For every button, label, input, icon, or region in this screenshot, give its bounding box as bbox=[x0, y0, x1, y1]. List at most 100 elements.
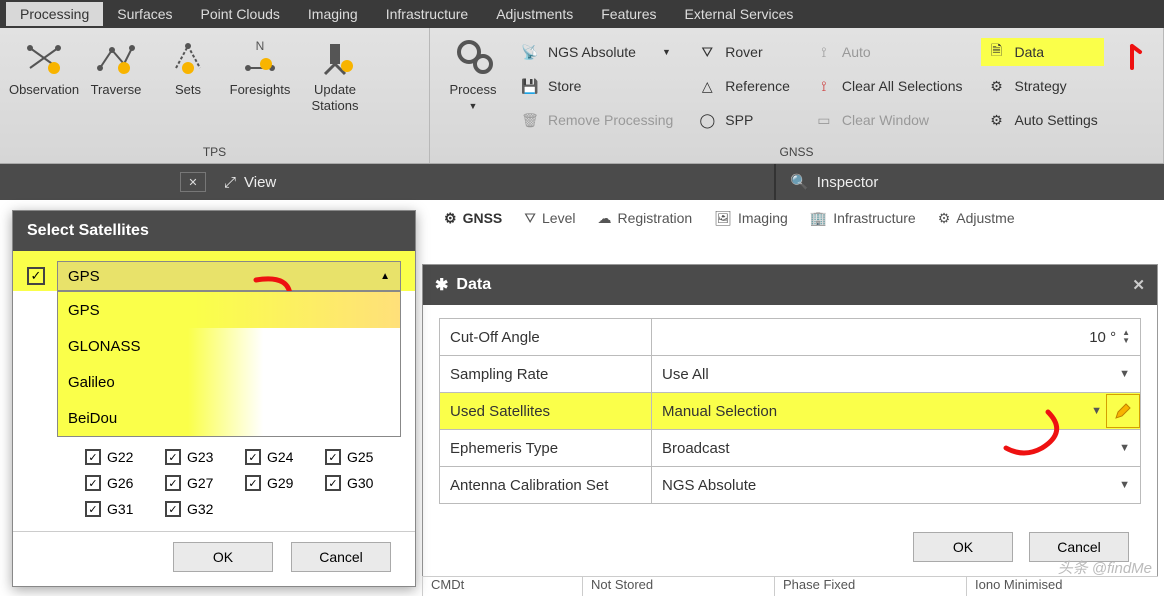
menu-tab-imaging[interactable]: Imaging bbox=[294, 2, 372, 26]
antenna-value[interactable]: NGS Absolute▼ bbox=[652, 477, 1140, 494]
view-tab[interactable]: ⤢View bbox=[210, 164, 290, 200]
chevron-up-icon: ▲ bbox=[380, 271, 390, 282]
gear-icon: ⚙ bbox=[938, 210, 951, 227]
edit-button[interactable] bbox=[1106, 394, 1140, 428]
rover-button[interactable]: ⛛Rover bbox=[691, 38, 796, 66]
status-row: CMDt Not Stored Phase Fixed Iono Minimis… bbox=[422, 576, 1158, 596]
sat-dialog-title: Select Satellites bbox=[27, 222, 149, 240]
menu-tab-adjustments[interactable]: Adjustments bbox=[482, 2, 587, 26]
sat-g26[interactable]: ✓G26 bbox=[85, 475, 165, 491]
reference-button[interactable]: △Reference bbox=[691, 72, 796, 100]
gnss-group-label: GNSS bbox=[430, 143, 1163, 163]
gear-icon: ✱ bbox=[435, 275, 448, 295]
traverse-button[interactable]: Traverse bbox=[80, 34, 152, 102]
remove-processing-button[interactable]: 🗑Remove Processing bbox=[514, 106, 679, 134]
foresights-button[interactable]: N Foresights bbox=[224, 34, 296, 102]
tab-infrastructure[interactable]: 🏢Infrastructure bbox=[810, 210, 916, 227]
sat-cancel-button[interactable]: Cancel bbox=[291, 542, 391, 572]
level-icon: ⛛ bbox=[524, 210, 536, 227]
used-sat-label: Used Satellites bbox=[440, 393, 652, 429]
cloud-icon: ☁ bbox=[597, 210, 611, 227]
store-button[interactable]: 💾Store bbox=[514, 72, 679, 100]
data-panel-title: Data bbox=[456, 276, 491, 294]
cutoff-value[interactable]: 10 °▲▼ bbox=[652, 329, 1140, 346]
update-stations-icon bbox=[315, 38, 355, 78]
inspector-tab[interactable]: 🔍Inspector bbox=[774, 164, 1164, 200]
spinner-icon[interactable]: ▲▼ bbox=[1122, 329, 1130, 345]
sat-g32[interactable]: ✓G32 bbox=[165, 501, 245, 517]
option-beidou[interactable]: BeiDou bbox=[58, 400, 400, 436]
chevron-down-icon: ▼ bbox=[1091, 405, 1102, 417]
row-used-satellites: Used Satellites Manual Selection▼ bbox=[439, 392, 1141, 430]
menu-tab-features[interactable]: Features bbox=[587, 2, 670, 26]
tab-imaging[interactable]: 🖼Imaging bbox=[714, 210, 788, 227]
process-label: Process bbox=[450, 82, 497, 98]
menu-tab-infrastructure[interactable]: Infrastructure bbox=[372, 2, 482, 26]
clear-icon: ⟟ bbox=[814, 76, 834, 96]
menu-tab-pointclouds[interactable]: Point Clouds bbox=[187, 2, 294, 26]
ok-button[interactable]: OK bbox=[913, 532, 1013, 562]
spp-button[interactable]: ◯SPP bbox=[691, 106, 796, 134]
observation-label: Observation bbox=[9, 82, 79, 98]
menu-tab-processing[interactable]: Processing bbox=[6, 2, 103, 26]
used-sat-value[interactable]: Manual Selection▼ bbox=[652, 394, 1140, 428]
ephemeris-value[interactable]: Broadcast▼ bbox=[652, 440, 1140, 457]
sat-g30[interactable]: ✓G30 bbox=[325, 475, 405, 491]
auto-settings-button[interactable]: ⚙Auto Settings bbox=[981, 106, 1104, 134]
tab-registration[interactable]: ☁Registration bbox=[597, 210, 692, 227]
sat-g24[interactable]: ✓G24 bbox=[245, 449, 325, 465]
constellation-select[interactable]: GPS▲ GPS GLONASS Galileo BeiDou bbox=[57, 261, 401, 291]
option-gps[interactable]: GPS bbox=[58, 292, 400, 328]
ngs-absolute-button[interactable]: 📡NGS Absolute▼ bbox=[514, 38, 679, 66]
data-panel: ✱ Data ✕ Cut-Off Angle 10 °▲▼ Sampling R… bbox=[422, 264, 1158, 577]
building-icon: 🏢 bbox=[810, 210, 827, 227]
close-icon[interactable]: ✕ bbox=[1132, 276, 1145, 294]
sets-button[interactable]: Sets bbox=[152, 34, 224, 102]
sat-g29[interactable]: ✓G29 bbox=[245, 475, 325, 491]
axes-icon: ⤢ bbox=[224, 174, 236, 191]
chevron-down-icon: ▼ bbox=[1119, 442, 1130, 454]
update-stations-button[interactable]: UpdateStations bbox=[296, 34, 374, 118]
select-satellites-dialog: Select Satellites ✓ GPS▲ GPS GLONASS Gal… bbox=[12, 210, 416, 587]
tab-level[interactable]: ⛛Level bbox=[524, 210, 575, 227]
process-button[interactable]: Process ▼ bbox=[438, 34, 508, 118]
sat-g27[interactable]: ✓G27 bbox=[165, 475, 245, 491]
traverse-icon bbox=[96, 38, 136, 78]
view-bar: ✕ ⤢View 🔍Inspector bbox=[0, 164, 1164, 200]
constellation-dropdown: GPS GLONASS Galileo BeiDou bbox=[57, 291, 401, 437]
sat-g22[interactable]: ✓G22 bbox=[85, 449, 165, 465]
select-all-checkbox[interactable]: ✓ bbox=[27, 267, 45, 285]
sat-g31[interactable]: ✓G31 bbox=[85, 501, 165, 517]
menu-tab-external[interactable]: External Services bbox=[671, 2, 808, 26]
sat-ok-button[interactable]: OK bbox=[173, 542, 273, 572]
clear-window-button[interactable]: ▭Clear Window bbox=[808, 106, 969, 134]
spp-icon: ◯ bbox=[697, 110, 717, 130]
tab-adjustments[interactable]: ⚙Adjustme bbox=[938, 210, 1015, 227]
sliders-icon: ⚙ bbox=[987, 76, 1007, 96]
update-stations-label: UpdateStations bbox=[312, 82, 359, 114]
document-icon: 🗎 bbox=[987, 42, 1007, 62]
tab-gnss[interactable]: ⚙GNSS bbox=[444, 210, 502, 227]
option-glonass[interactable]: GLONASS bbox=[58, 328, 400, 364]
tps-group-label: TPS bbox=[0, 143, 429, 163]
watermark: 头条 @findMe bbox=[1058, 557, 1152, 578]
close-icon[interactable]: ✕ bbox=[180, 172, 206, 192]
menu-tab-surfaces[interactable]: Surfaces bbox=[103, 2, 186, 26]
auto-button[interactable]: ⟟Auto bbox=[808, 38, 969, 66]
chevron-down-icon: ▼ bbox=[1119, 479, 1130, 491]
sampling-value[interactable]: Use All▼ bbox=[652, 366, 1140, 383]
sat-g25[interactable]: ✓G25 bbox=[325, 449, 405, 465]
rover-icon: ⛛ bbox=[697, 42, 717, 62]
row-sampling: Sampling Rate Use All▼ bbox=[439, 355, 1141, 393]
row-ephemeris: Ephemeris Type Broadcast▼ bbox=[439, 429, 1141, 467]
option-galileo[interactable]: Galileo bbox=[58, 364, 400, 400]
gear-icon: ⚙ bbox=[987, 110, 1007, 130]
clear-selections-button[interactable]: ⟟Clear All Selections bbox=[808, 72, 969, 100]
sat-g23[interactable]: ✓G23 bbox=[165, 449, 245, 465]
trash-icon: 🗑 bbox=[520, 110, 540, 130]
observation-button[interactable]: Observation bbox=[8, 34, 80, 102]
strategy-button[interactable]: ⚙Strategy bbox=[981, 72, 1104, 100]
sat-dialog-header: Select Satellites bbox=[13, 211, 415, 251]
data-button[interactable]: 🗎Data bbox=[981, 38, 1104, 66]
save-icon: 💾 bbox=[520, 76, 540, 96]
